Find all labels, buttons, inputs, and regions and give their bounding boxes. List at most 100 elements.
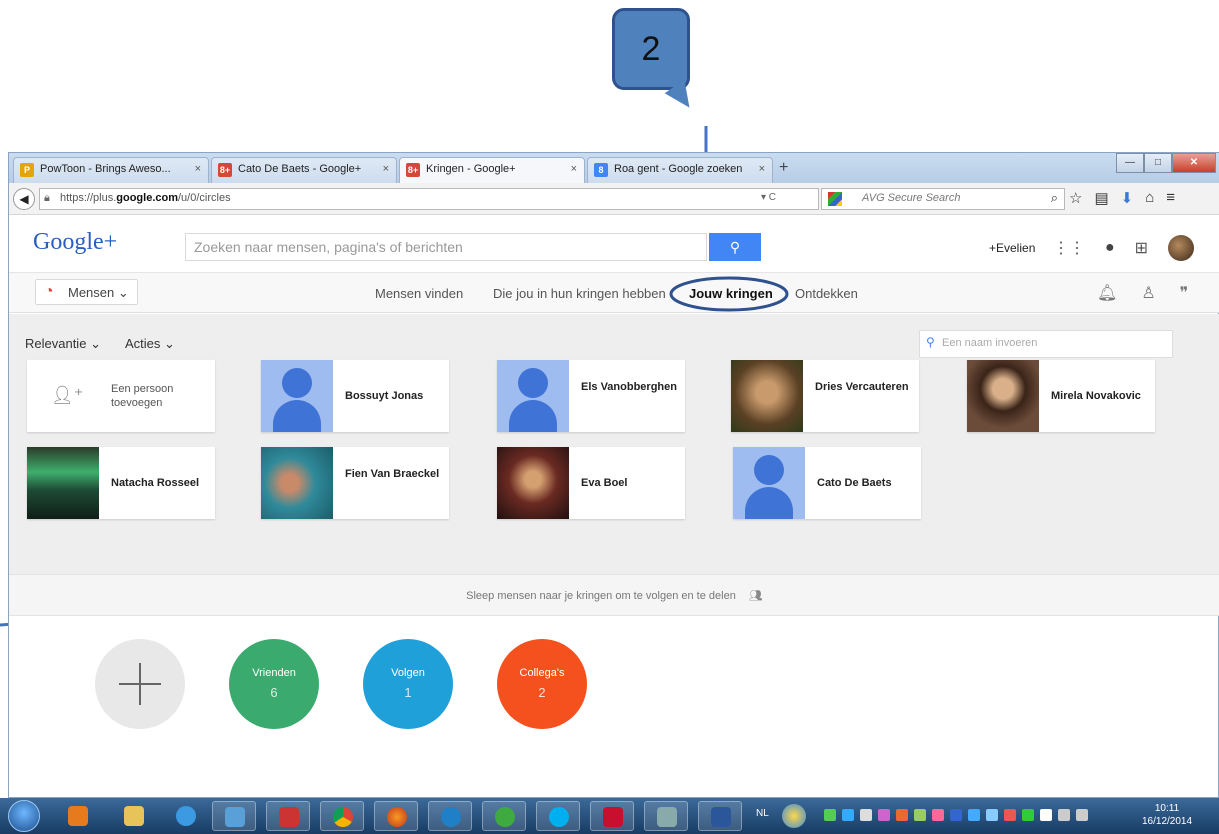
circle-volgen[interactable]: Volgen 1: [363, 639, 453, 729]
name-filter-input[interactable]: ⚲ Een naam invoeren: [919, 330, 1173, 358]
notification-tray-icon[interactable]: [782, 804, 806, 828]
tray-icon[interactable]: [986, 809, 998, 821]
people-menu[interactable]: ◔ Mensen ⌄: [35, 279, 138, 305]
volume-icon[interactable]: [1076, 809, 1088, 821]
firefox-icon[interactable]: [374, 801, 418, 831]
drop-hint: Sleep mensen naar je kringen om te volge…: [466, 590, 736, 602]
star-icon[interactable]: ☆: [1069, 189, 1082, 207]
close-tab-icon[interactable]: ×: [383, 163, 389, 175]
person-card[interactable]: Fien Van Braeckel: [261, 447, 449, 519]
apps-grid-icon[interactable]: ⋮⋮: [1053, 238, 1085, 258]
tray-icon[interactable]: [896, 809, 908, 821]
tab-roa-gent[interactable]: 8 Roa gent - Google zoeken ×: [587, 157, 773, 183]
google-plus-logo[interactable]: Google+: [33, 229, 117, 256]
close-tab-icon[interactable]: ×: [571, 163, 577, 175]
tab-cato-de-baets[interactable]: 8+ Cato De Baets - Google+ ×: [211, 157, 397, 183]
gplus-search-button[interactable]: ⚲: [709, 233, 761, 261]
tray-icon[interactable]: [932, 809, 944, 821]
maximize-button[interactable]: □: [1144, 153, 1172, 173]
skype-icon[interactable]: [536, 801, 580, 831]
reading-list-icon[interactable]: ▤: [1094, 189, 1108, 207]
new-circle-button[interactable]: [95, 639, 185, 729]
tray-icon[interactable]: [860, 809, 872, 821]
person-card[interactable]: Els Vanobberghen: [497, 360, 685, 432]
browser-search-box[interactable]: AVG Secure Search ⌕: [821, 188, 1065, 210]
person-card[interactable]: Natacha Rosseel: [27, 447, 215, 519]
word-icon[interactable]: [698, 801, 742, 831]
snipping-tool-icon[interactable]: [212, 801, 256, 831]
file-explorer-icon[interactable]: [112, 801, 152, 831]
actions-dropdown[interactable]: Acties ⌄: [125, 336, 175, 352]
tray-icon[interactable]: [1022, 809, 1034, 821]
new-tab-button[interactable]: +: [779, 159, 788, 177]
browser-window: P PowToon - Brings Aweso... × 8+ Cato De…: [8, 152, 1219, 798]
tab-kringen[interactable]: 8+ Kringen - Google+ ×: [399, 157, 585, 183]
circle-vrienden[interactable]: Vrienden 6: [229, 639, 319, 729]
internet-explorer-icon[interactable]: [164, 801, 204, 831]
taskbar-app-icon[interactable]: [644, 801, 688, 831]
tray-icon[interactable]: [1004, 809, 1016, 821]
close-tab-icon[interactable]: ×: [195, 163, 201, 175]
person-photo: [27, 447, 99, 519]
close-window-button[interactable]: ✕: [1172, 153, 1216, 173]
add-person-label: Een persoon toevoegen: [111, 383, 174, 409]
notifications-icon[interactable]: ●: [1105, 239, 1115, 257]
tray-icon[interactable]: [878, 809, 890, 821]
bluetooth-icon[interactable]: [968, 809, 980, 821]
url-path: /u/0/circles: [178, 192, 231, 204]
google-plus-icon: 8+: [406, 163, 420, 177]
home-icon[interactable]: ⌂: [1145, 189, 1154, 207]
mcafee-icon[interactable]: [590, 801, 634, 831]
back-button[interactable]: ◀: [13, 188, 35, 210]
network-icon[interactable]: [1058, 809, 1070, 821]
bell-icon[interactable]: 🔔︎: [1097, 283, 1117, 303]
avatar[interactable]: [1168, 235, 1195, 261]
person-name: Bossuyt Jonas: [345, 390, 424, 402]
navigation-bar: ◀ 🔒︎ https://plus.google.com/u/0/circles…: [9, 183, 1219, 215]
person-card[interactable]: Eva Boel: [497, 447, 685, 519]
people-outline-icon[interactable]: ♙: [1141, 283, 1155, 303]
people-subnav: ◔ Mensen ⌄ Mensen vinden Die jou in hun …: [9, 273, 1219, 313]
start-button[interactable]: [8, 800, 40, 832]
person-card[interactable]: Cato De Baets: [733, 447, 921, 519]
gplus-search-input[interactable]: Zoeken naar mensen, pagina's of berichte…: [185, 233, 707, 261]
person-card[interactable]: Bossuyt Jonas: [261, 360, 449, 432]
user-link[interactable]: +Evelien: [989, 241, 1035, 255]
add-person-card[interactable]: 👤︎⁺ Een persoon toevoegen: [27, 360, 215, 432]
circle-name: Volgen: [391, 667, 425, 679]
reload-icon[interactable]: ▾ C: [761, 192, 776, 203]
clock[interactable]: 10:11 16/12/2014: [1142, 802, 1192, 828]
sort-dropdown[interactable]: Relevantie ⌄: [25, 336, 101, 352]
tray-icon[interactable]: [914, 809, 926, 821]
tab-powtoon[interactable]: P PowToon - Brings Aweso... ×: [13, 157, 209, 183]
person-card[interactable]: Mirela Novakovic: [967, 360, 1155, 432]
taskbar-app-icon[interactable]: [266, 801, 310, 831]
chrome-icon[interactable]: [320, 801, 364, 831]
media-player-icon[interactable]: [56, 801, 96, 831]
hangouts-icon[interactable]: ❞: [1180, 283, 1189, 303]
person-name: Natacha Rosseel: [111, 477, 200, 489]
circle-count: 1: [404, 685, 412, 700]
person-card[interactable]: Dries Vercauteren: [731, 360, 919, 432]
hp-icon[interactable]: [428, 801, 472, 831]
avg-icon: [828, 192, 842, 206]
language-indicator[interactable]: NL: [756, 808, 769, 819]
tray-icon[interactable]: [950, 809, 962, 821]
tab-discover[interactable]: Ontdekken: [795, 286, 858, 301]
circle-collegas[interactable]: Collega's 2: [497, 639, 587, 729]
header-icons: ⋮⋮ ● ⊞: [1053, 235, 1195, 261]
tab-find-people[interactable]: Mensen vinden: [375, 286, 463, 301]
search-icon[interactable]: ⌕: [1051, 190, 1058, 206]
battery-icon[interactable]: [1040, 809, 1052, 821]
address-bar[interactable]: 🔒︎ https://plus.google.com/u/0/circles: [39, 188, 819, 210]
menu-icon[interactable]: ≡: [1166, 189, 1175, 207]
tray-icon[interactable]: [824, 809, 836, 821]
close-tab-icon[interactable]: ×: [759, 163, 765, 175]
download-icon[interactable]: ⬇: [1121, 189, 1134, 207]
tray-icon[interactable]: [842, 809, 854, 821]
utorrent-icon[interactable]: [482, 801, 526, 831]
circle-count: 2: [538, 685, 546, 700]
tab-have-you-in-circles[interactable]: Die jou in hun kringen hebben: [493, 286, 666, 301]
minimize-button[interactable]: —: [1116, 153, 1144, 173]
share-icon[interactable]: ⊞: [1135, 238, 1148, 258]
